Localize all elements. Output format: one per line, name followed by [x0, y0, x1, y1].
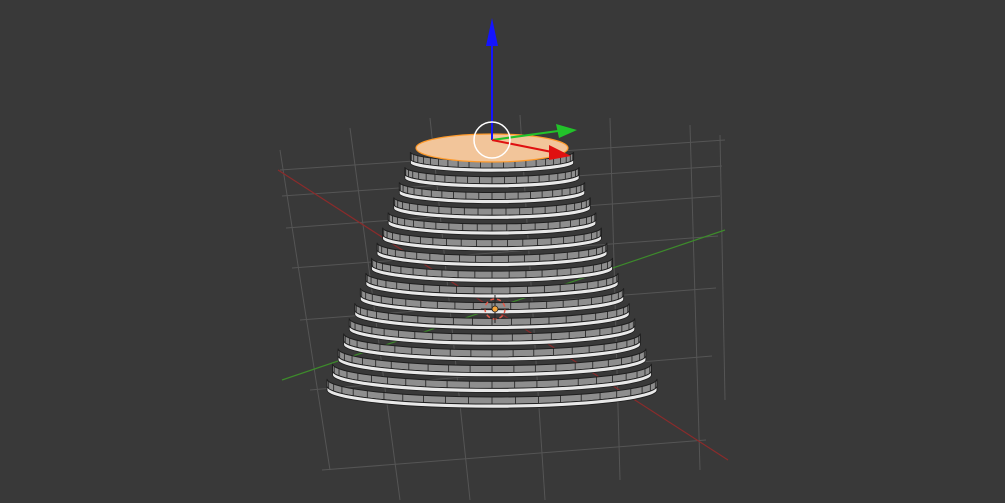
- 3d-viewport[interactable]: [0, 0, 1005, 503]
- grid-line: [719, 134, 726, 401]
- grid-line: [321, 439, 707, 471]
- z-arrow-icon[interactable]: [486, 18, 498, 46]
- y-arrow-icon[interactable]: [556, 124, 577, 138]
- viewport-scene[interactable]: [0, 0, 1005, 503]
- origin-dot: [491, 305, 499, 313]
- stepped-cone-mesh[interactable]: [326, 151, 658, 409]
- grid-line: [689, 124, 701, 471]
